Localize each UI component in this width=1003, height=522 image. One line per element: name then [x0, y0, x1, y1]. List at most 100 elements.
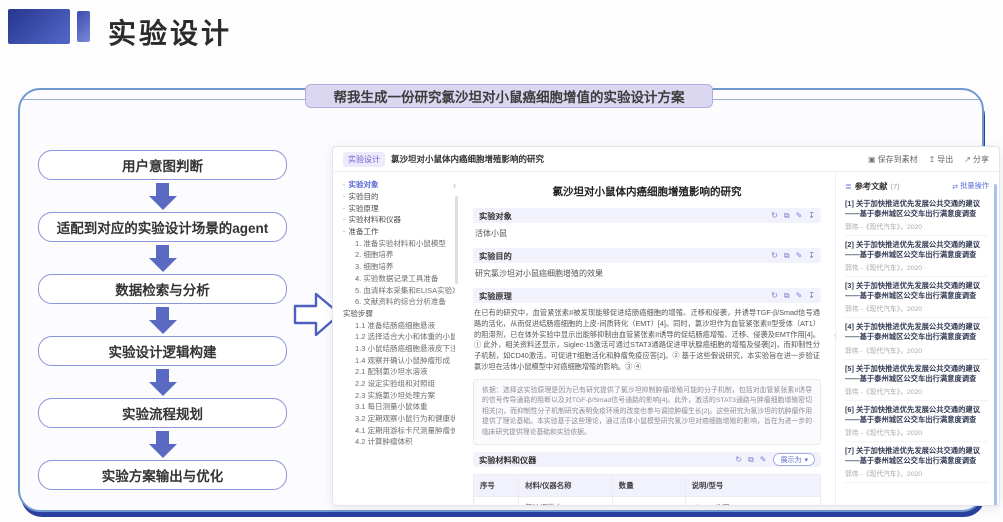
batch-action-link[interactable]: ⇄ 批量操作 — [952, 181, 989, 191]
outline-item-steps[interactable]: 实验步骤 — [343, 308, 455, 320]
reference-item[interactable]: [6] 关于加快推进优先发展公共交通的建议——基于泰州城区公交车出行满意度调查 … — [845, 401, 989, 442]
outline-step-4-1[interactable]: 4.1 定期用游标卡尺测量肿瘤长度... — [343, 424, 455, 436]
edit-icon[interactable]: ✎ — [796, 291, 803, 301]
download-icon[interactable]: ↧ — [808, 251, 815, 261]
outline-prep-2[interactable]: 2. 细胞培养 — [343, 249, 455, 261]
download-icon[interactable]: ↧ — [808, 211, 815, 221]
flow-step-agent-match: 适配到对应的实验设计场景的agent — [38, 212, 287, 242]
flow-step-output-optimize: 实验方案输出与优化 — [38, 460, 287, 490]
user-prompt-bubble: 帮我生成一份研究氯沙坦对小鼠癌细胞增值的实验设计方案 — [305, 84, 713, 108]
outline-step-4-2[interactable]: 4.2 计算肿瘤体积 — [343, 436, 455, 448]
subject-content: 活体小鼠 — [475, 229, 507, 238]
outline-prep-1[interactable]: 1. 准备实验材料和小鼠模型 — [343, 237, 455, 249]
edit-icon[interactable]: ✎ — [796, 251, 803, 261]
copy-icon[interactable]: ⧉ — [784, 211, 790, 221]
chevron-down-icon: ▾ — [804, 456, 808, 464]
regenerate-icon[interactable]: ↻ — [771, 291, 778, 301]
app-topbar: 实验设计 氯沙坦对小鼠体内癌细胞增殖影响的研究 ▣ 保存到素材 ↥ 导出 ↗ 分享 — [333, 147, 999, 172]
references-count: (7) — [890, 181, 900, 191]
reference-item[interactable]: [4] 关于加快推进优先发展公共交通的建议——基于泰州城区公交车出行满意度调查 … — [845, 318, 989, 360]
outline-prep-4[interactable]: 4. 实验数据记录工具准备 — [343, 273, 455, 285]
outline-step-3-1[interactable]: 3.1 每日测量小鼠体重 — [343, 401, 455, 413]
copy-icon[interactable]: ⧉ — [748, 455, 754, 465]
sidebar-scrollbar[interactable] — [455, 196, 458, 284]
reference-item[interactable]: [2] 关于加快推进优先发展公共交通的建议——基于泰州城区公交车出行满意度调查 … — [845, 236, 989, 278]
bullet-icon: · — [343, 215, 346, 225]
outline-step-1-3[interactable]: 1.3 小鼠结肠癌细胞悬液皮下注射 — [343, 343, 455, 355]
sidebar-collapse-icon[interactable]: ‹ — [453, 181, 456, 190]
flow-step-logic-build: 实验设计逻辑构建 — [38, 336, 287, 366]
save-icon: ▣ — [868, 154, 876, 164]
outline-step-1-2[interactable]: 1.2 选择适合大小和体重的小鼠 — [343, 331, 455, 343]
slide: 实验设计 帮我生成一份研究氯沙坦对小鼠癌细胞增值的实验设计方案 用户意图判断 适… — [0, 0, 1003, 522]
regenerate-icon[interactable]: ↻ — [735, 455, 742, 465]
principle-content: 在已有的研究中，血管紧张素II被发现能够促进结肠癌细胞的增殖、迁移和侵袭，并诱导… — [474, 308, 820, 371]
table-row: 1 氯沙坦粉末 200mg Sigma 公司 — [472, 496, 822, 505]
outline-prep-5[interactable]: 5. 血清样本采集和ELISA实验准备 — [343, 284, 455, 296]
list-icon: ≣ — [845, 181, 852, 191]
outline-prep-6[interactable]: 6. 文献资料的综合分析准备 — [343, 296, 455, 308]
display-as-button[interactable]: 展示为 ▾ — [773, 453, 815, 467]
section-header-subject: 实验对象 ↻ ⧉ ✎ ↧ — [473, 208, 821, 223]
header-decoration-rect — [8, 9, 70, 44]
flow-step-intent: 用户意图判断 — [38, 150, 287, 180]
copy-icon[interactable]: ⧉ — [784, 251, 790, 261]
topbar-actions: ▣ 保存到素材 ↥ 导出 ↗ 分享 — [868, 154, 989, 165]
document-title: 氯沙坦对小鼠体内癌细胞增殖影响的研究 — [552, 186, 742, 198]
references-header: ≣ 参考文献 (7) ⇄ 批量操作 — [845, 181, 989, 191]
principle-rationale: 依据：选择这实验原理是因为已有研究提供了氯沙坦抑制肿瘤增殖可能的分子机制，包括对… — [473, 378, 821, 446]
reference-item[interactable]: [7] 关于加快推进优先发展公共交通的建议——基于泰州城区公交车出行满意度调查 … — [845, 442, 989, 483]
bullet-icon: · — [343, 227, 346, 237]
section-header-purpose: 实验目的 ↻ ⧉ ✎ ↧ — [473, 248, 821, 263]
agent-flowchart: 用户意图判断 适配到对应的实验设计场景的agent 数据检索与分析 实验设计逻辑… — [38, 150, 287, 490]
reference-item[interactable]: [5] 关于加快推进优先发展公共交通的建议——基于泰州城区公交车出行满意度调查 … — [845, 360, 989, 401]
outline-prep-3[interactable]: 3. 细胞培养 — [343, 261, 455, 273]
outline-step-2-2[interactable]: 2.2 设定实验组和对照组 — [343, 378, 455, 390]
document-main: ‹ 氯沙坦对小鼠体内癌细胞增殖影响的研究 实验对象 ↻ ⧉ ✎ ↧ 活体小鼠 实… — [459, 172, 837, 505]
bullet-icon: · — [343, 192, 346, 202]
reference-item[interactable]: [3] 关于加快推进优先发展公共交通的建议——基于泰州城区公交车出行满意度调查 … — [845, 277, 989, 319]
section-header-materials: 实验材料和仪器 ↻ ⧉ ✎ 展示为 ▾ — [473, 452, 821, 468]
flow-step-process-plan: 实验流程规划 — [38, 398, 287, 428]
outline-step-3-2[interactable]: 3.2 定期观察小鼠行为和健康状况 — [343, 413, 455, 425]
outline-item-principle[interactable]: · 实验原理 — [343, 202, 455, 214]
edit-icon[interactable]: ✎ — [760, 455, 767, 465]
outline-item-materials[interactable]: · 实验材料和仪器 — [343, 214, 455, 226]
doc-type-badge: 实验设计 — [343, 151, 385, 167]
save-to-materials-button[interactable]: ▣ 保存到素材 — [868, 154, 918, 165]
copy-icon[interactable]: ⧉ — [784, 291, 790, 301]
table-header-row: 序号 材料/仪器名称 数量 说明/型号 — [472, 474, 822, 498]
outline-item-subject[interactable]: · 实验对象 — [343, 179, 455, 191]
down-arrow-icon — [38, 304, 287, 336]
bullet-icon: · — [343, 180, 346, 190]
regenerate-icon[interactable]: ↻ — [771, 251, 778, 261]
export-icon: ↥ — [928, 154, 936, 164]
references-scrollbar[interactable] — [994, 184, 997, 505]
export-button[interactable]: ↥ 导出 — [929, 154, 954, 165]
outline-step-2-1[interactable]: 2.1 配制氯沙坦水溶液 — [343, 366, 455, 378]
download-icon[interactable]: ↧ — [808, 291, 815, 301]
down-arrow-icon — [38, 366, 287, 398]
flow-step-data-retrieval: 数据检索与分析 — [38, 274, 287, 304]
references-panel: ≣ 参考文献 (7) ⇄ 批量操作 [1] 关于加快推进优先发展公共交通的建议—… — [835, 172, 999, 505]
edit-icon[interactable]: ✎ — [796, 211, 803, 221]
down-arrow-icon — [38, 428, 287, 460]
share-icon: ↗ — [964, 154, 971, 164]
section-actions: ↻ ⧉ ✎ — [735, 455, 766, 465]
outline-step-1-4[interactable]: 1.4 观察并确认小鼠肿瘤形成 — [343, 354, 455, 366]
outline-step-1-1[interactable]: 1.1 准备结肠癌细胞悬液 — [343, 319, 455, 331]
share-button[interactable]: ↗ 分享 — [964, 154, 989, 165]
outline-item-purpose[interactable]: · 实验目的 — [343, 191, 455, 203]
down-arrow-icon — [38, 180, 287, 212]
bullet-icon: · — [343, 203, 346, 213]
regenerate-icon[interactable]: ↻ — [771, 211, 778, 221]
outline-sidebar: ‹ · 实验对象 · 实验目的 · 实验原理 · 实验材料和仪器 · 准备工作 1. 准备… — [333, 172, 459, 505]
outline-step-2-3[interactable]: 2.3 实施氯沙坦处理方案 — [343, 389, 455, 401]
reference-item[interactable]: [1] 关于加快推进优先发展公共交通的建议——基于泰州城区公交车出行满意度调查 … — [845, 195, 989, 237]
materials-table: 序号 材料/仪器名称 数量 说明/型号 1 氯沙坦粉末 200mg Sigma … — [472, 474, 822, 505]
down-arrow-icon — [38, 242, 287, 274]
page-title: 实验设计 — [108, 19, 233, 50]
outline-item-preparation[interactable]: · 准备工作 — [343, 226, 455, 238]
batch-icon: ⇄ — [952, 181, 959, 191]
doc-title-topbar: 氯沙坦对小鼠体内癌细胞增殖影响的研究 — [391, 154, 545, 164]
